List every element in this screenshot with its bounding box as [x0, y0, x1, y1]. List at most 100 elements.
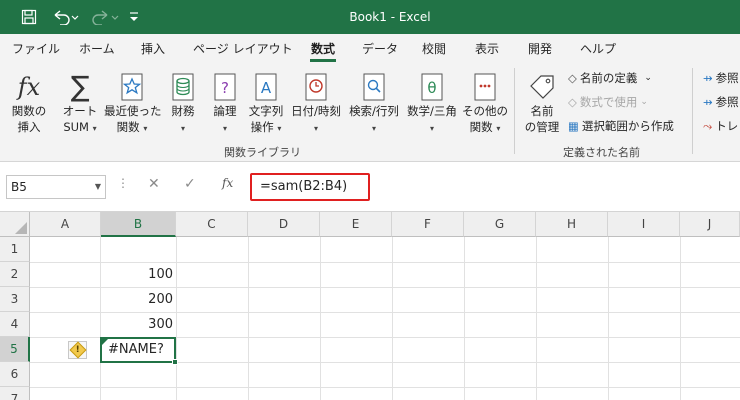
logical-button[interactable]: ? 論理 ▾ — [208, 66, 242, 138]
tab-file[interactable]: ファイル — [12, 40, 60, 57]
column-header-b[interactable]: B — [101, 212, 176, 237]
more-book-icon — [460, 66, 510, 102]
gridline — [176, 237, 177, 400]
recently-used-button[interactable]: 最近使った 関数 ▾ — [104, 66, 162, 138]
chevron-down-icon: ▾ — [496, 124, 501, 133]
tab-page-layout[interactable]: ページ レイアウト — [193, 40, 293, 57]
lookup-reference-button[interactable]: 検索/行列 ▾ — [346, 66, 402, 138]
column-header-g[interactable]: G — [464, 212, 536, 237]
defined-names-group-label: 定義された名前 — [563, 146, 640, 159]
gridline — [320, 237, 321, 400]
gridline — [392, 237, 393, 400]
define-name-button[interactable]: ◇ 名前の定義 ⌄ — [568, 70, 652, 86]
column-header-j[interactable]: J — [680, 212, 740, 237]
tab-review[interactable]: 校閲 — [422, 40, 446, 57]
search-book-icon — [346, 66, 402, 102]
group-separator — [514, 68, 515, 154]
chevron-down-icon[interactable]: ▼ — [95, 176, 101, 198]
tag-disabled-icon: ◇ — [568, 95, 577, 109]
active-cell-border — [100, 337, 178, 365]
formula-highlight: =sam(B2:B4) — [250, 173, 370, 201]
tab-formulas[interactable]: 数式 — [309, 40, 337, 62]
gridline — [248, 237, 249, 400]
tag-icon: ◇ — [568, 71, 577, 85]
svg-text:A: A — [261, 79, 272, 97]
cell-b3[interactable]: 200 — [101, 287, 176, 312]
name-tag-icon — [520, 66, 564, 102]
use-in-formula-button[interactable]: ◇ 数式で使用 ⌄ — [568, 94, 648, 110]
text-book-icon: A — [246, 66, 286, 102]
warning-icon[interactable]: ! — [68, 341, 87, 359]
chevron-down-icon: ⌄ — [640, 97, 648, 107]
clock-book-icon — [288, 66, 344, 102]
theta-book-icon: θ — [404, 66, 460, 102]
trace-dependents-button[interactable]: ⇸ 参照 — [703, 94, 739, 110]
row-header-6[interactable]: 6 — [0, 362, 30, 387]
financial-button[interactable]: 財務 ▾ — [164, 66, 202, 138]
group-separator — [692, 68, 693, 154]
formula-input[interactable]: =sam(B2:B4) — [260, 179, 347, 194]
column-header-e[interactable]: E — [320, 212, 392, 237]
gridline — [608, 237, 609, 400]
database-icon — [164, 66, 202, 102]
chevron-down-icon: ⌄ — [644, 73, 652, 83]
trace-precedents-icon: ⇸ — [703, 71, 713, 85]
more-functions-button[interactable]: その他の 関数 ▾ — [460, 66, 510, 138]
date-time-button[interactable]: 日付/時刻 ▾ — [288, 66, 344, 138]
enter-check-icon[interactable]: ✓ — [184, 176, 196, 192]
chevron-down-icon: ▾ — [222, 124, 227, 133]
more-vertical-icon: ⋮ — [117, 176, 129, 190]
text-functions-button[interactable]: A 文字列 操作 ▾ — [246, 66, 286, 138]
insert-function-button[interactable]: fx 関数の 挿入 — [6, 66, 52, 138]
name-manager-button[interactable]: 名前 の管理 — [520, 66, 564, 138]
remove-arrows-icon: ⤳ — [703, 118, 713, 133]
fill-handle[interactable] — [172, 359, 178, 365]
autosum-button[interactable]: ∑ オート SUM ▾ — [56, 66, 104, 138]
column-header-i[interactable]: I — [608, 212, 680, 237]
chevron-down-icon: ▾ — [429, 124, 434, 133]
row-header-1[interactable]: 1 — [0, 237, 30, 262]
column-header-a[interactable]: A — [30, 212, 101, 237]
row-header-2[interactable]: 2 — [0, 262, 30, 287]
tab-data[interactable]: データ — [362, 40, 398, 57]
select-all-button[interactable] — [0, 212, 30, 237]
cancel-icon[interactable]: ✕ — [148, 176, 160, 192]
math-trig-button[interactable]: θ 数学/三角 ▾ — [404, 66, 460, 138]
svg-text:θ: θ — [427, 79, 436, 97]
gridline — [680, 237, 681, 400]
tab-developer[interactable]: 開発 — [528, 40, 552, 57]
column-header-f[interactable]: F — [392, 212, 464, 237]
row-header-3[interactable]: 3 — [0, 287, 30, 312]
ribbon: fx 関数の 挿入 ∑ オート SUM ▾ 最近使った 関数 ▾ 財務 ▾ ? … — [0, 62, 740, 162]
remove-arrows-button[interactable]: ⤳ トレ — [703, 118, 738, 134]
row-header-4[interactable]: 4 — [0, 312, 30, 337]
tab-home[interactable]: ホーム — [79, 40, 115, 57]
chevron-down-icon: ▾ — [143, 124, 148, 133]
cell-b4[interactable]: 300 — [101, 312, 176, 337]
chevron-down-icon: ▾ — [92, 124, 97, 133]
star-icon — [104, 66, 160, 102]
question-book-icon: ? — [208, 66, 242, 102]
insert-function-icon[interactable]: fx — [222, 176, 233, 190]
gridline — [464, 237, 465, 400]
row-header-7[interactable]: 7 — [0, 387, 30, 400]
column-header-h[interactable]: H — [536, 212, 608, 237]
tab-view[interactable]: 表示 — [475, 40, 499, 57]
chevron-down-icon: ▾ — [180, 124, 185, 133]
title-bar: Book1 - Excel — [0, 0, 740, 34]
spreadsheet-grid: A B C D E F G H I J 1 2 3 4 5 6 7 100 20… — [0, 212, 740, 400]
ribbon-tabs: ファイル ホーム 挿入 ページ レイアウト 数式 データ 校閲 表示 開発 ヘル… — [0, 34, 740, 62]
fx-icon: fx — [17, 73, 41, 101]
tab-help[interactable]: ヘルプ — [580, 40, 616, 57]
name-box[interactable]: B5 ▼ — [6, 175, 106, 199]
column-header-d[interactable]: D — [248, 212, 320, 237]
row-header-5[interactable]: 5 — [0, 337, 30, 362]
chevron-down-icon: ▾ — [371, 124, 376, 133]
svg-text:?: ? — [221, 79, 229, 97]
create-from-selection-button[interactable]: ▦ 選択範囲から作成 — [568, 118, 674, 134]
column-header-c[interactable]: C — [176, 212, 248, 237]
trace-precedents-button[interactable]: ⇸ 参照 — [703, 70, 739, 86]
window-title: Book1 - Excel — [349, 10, 431, 24]
tab-insert[interactable]: 挿入 — [141, 40, 165, 57]
cell-b2[interactable]: 100 — [101, 262, 176, 287]
